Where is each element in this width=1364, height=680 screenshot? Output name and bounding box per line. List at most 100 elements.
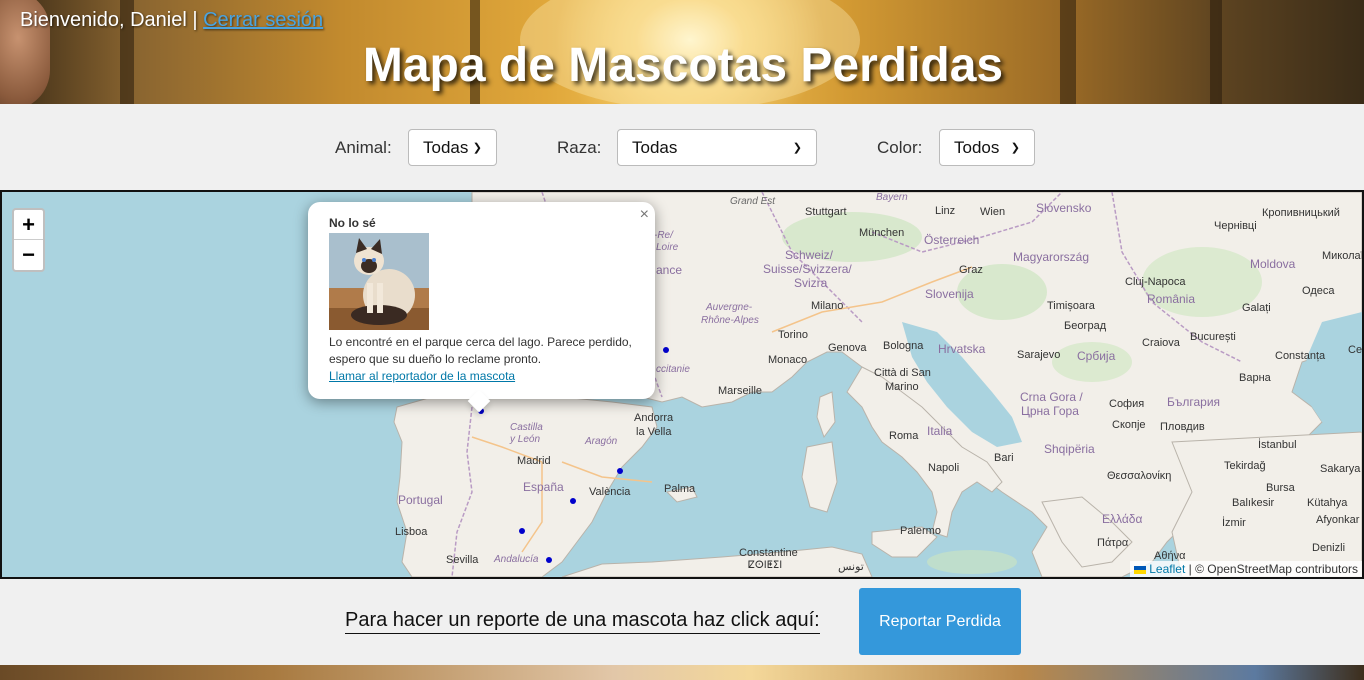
map-label: Castilla bbox=[510, 422, 543, 433]
map-label: Monaco bbox=[768, 354, 808, 366]
map-label: Кропивницький bbox=[1262, 207, 1340, 219]
map-label: Graz bbox=[959, 264, 983, 276]
page-title: Mapa de Mascotas Perdidas bbox=[362, 39, 1004, 92]
map-label: İzmir bbox=[1222, 517, 1246, 529]
map-label: Madrid bbox=[517, 455, 551, 467]
breed-select[interactable]: Todas ❯ bbox=[617, 129, 817, 166]
map-label: Sarajevo bbox=[1017, 349, 1061, 361]
popup-description: Lo encontré en el parque cerca del lago.… bbox=[329, 335, 632, 366]
zoom-out-button[interactable]: − bbox=[14, 240, 43, 270]
map-label: Sevilla bbox=[446, 554, 479, 566]
separator: | bbox=[192, 9, 198, 31]
map-label: España bbox=[523, 480, 564, 494]
welcome-bar: Bienvenido, Daniel | Cerrar sesión bbox=[20, 9, 323, 32]
map-label: Portugal bbox=[398, 493, 443, 507]
map-attribution: Leaflet | © OpenStreetMap contributors bbox=[1130, 561, 1362, 577]
map-label: Milano bbox=[811, 300, 844, 312]
breed-select-value: Todas bbox=[632, 137, 678, 157]
map-label: Ελλάδα bbox=[1102, 512, 1143, 526]
map-label: București bbox=[1190, 331, 1236, 343]
map-label: Варна bbox=[1239, 372, 1271, 384]
map-label: -Re/ bbox=[654, 230, 673, 241]
map-label: Shqipëria bbox=[1044, 442, 1095, 456]
map-label: Пловдив bbox=[1160, 421, 1205, 433]
map-label: Balıkesir bbox=[1232, 497, 1275, 509]
map-label: София bbox=[1109, 398, 1145, 410]
map-label: Craiova bbox=[1142, 337, 1180, 349]
map-container[interactable]: Grand Est Stuttgart Bayern Linz Wien Slo… bbox=[0, 190, 1364, 579]
map-label: Auvergne- bbox=[706, 302, 753, 313]
pet-marker[interactable] bbox=[617, 468, 623, 474]
map-labels: Grand Est Stuttgart Bayern Linz Wien Slo… bbox=[2, 192, 1362, 577]
logout-link[interactable]: Cerrar sesión bbox=[203, 9, 323, 31]
map-label: Città di San bbox=[874, 367, 931, 379]
map-label: Constanța bbox=[1275, 350, 1326, 362]
map-label: Πάτρα bbox=[1097, 537, 1129, 549]
report-lost-button[interactable]: Reportar Perdida bbox=[859, 588, 1021, 655]
map-label: y León bbox=[510, 434, 541, 445]
header-banner: Bienvenido, Daniel | Cerrar sesión Mapa … bbox=[0, 0, 1364, 104]
map-label: İstanbul bbox=[1258, 439, 1297, 451]
pet-marker[interactable] bbox=[663, 347, 669, 353]
map-label: Moldova bbox=[1250, 257, 1296, 271]
map-label: Andorra bbox=[634, 412, 674, 424]
map-label: Cluj-Napoca bbox=[1125, 276, 1186, 288]
map-label: Genova bbox=[828, 342, 867, 354]
map-label: Suisse/Svizzera/ bbox=[763, 262, 852, 276]
map-label: València bbox=[589, 486, 631, 498]
animal-select[interactable]: Todas ❯ bbox=[408, 129, 497, 166]
map-label: Kütahya bbox=[1307, 497, 1348, 509]
map-label: ccitanie bbox=[656, 364, 690, 375]
map-label: München bbox=[859, 227, 905, 239]
map-label: Marino bbox=[885, 381, 919, 393]
chevron-down-icon: ❯ bbox=[792, 142, 802, 154]
leaflet-link[interactable]: Leaflet bbox=[1149, 562, 1185, 576]
map-label: Bursa bbox=[1266, 482, 1295, 494]
map-label: Θεσσαλονίκη bbox=[1107, 470, 1172, 482]
zoom-in-button[interactable]: + bbox=[14, 210, 43, 240]
pet-marker[interactable] bbox=[519, 528, 525, 534]
map-label: Svizra bbox=[794, 276, 828, 290]
pet-marker[interactable] bbox=[570, 498, 576, 504]
color-select[interactable]: Todos ❯ bbox=[939, 129, 1035, 166]
map-label: Crna Gora / bbox=[1020, 390, 1083, 404]
color-select-value: Todos bbox=[954, 137, 1000, 157]
map-label: Afyonkar bbox=[1316, 514, 1360, 526]
cat-illustration bbox=[329, 233, 429, 330]
chevron-down-icon: ❯ bbox=[472, 142, 482, 154]
map-label: Italia bbox=[927, 424, 953, 438]
map-label: Sakarya bbox=[1320, 463, 1361, 475]
map-label: Linz bbox=[935, 205, 956, 217]
call-reporter-link[interactable]: Llamar al reportador de la mascota bbox=[329, 369, 515, 383]
map-label: Одеса bbox=[1302, 285, 1335, 297]
map-label: Loire bbox=[656, 242, 679, 253]
map-label: Torino bbox=[778, 329, 808, 341]
map-label: ⵇⵙⵏⵟⵉⵏ bbox=[748, 560, 783, 571]
attribution-text: | © OpenStreetMap contributors bbox=[1188, 562, 1358, 576]
map-label: Palma bbox=[664, 483, 696, 495]
map-label: Bayern bbox=[876, 192, 908, 203]
map-label: ance bbox=[656, 263, 683, 277]
popup-close-button[interactable]: × bbox=[640, 206, 649, 224]
map-label: Tekirdağ bbox=[1224, 460, 1266, 472]
map-label: Lisboa bbox=[395, 526, 428, 538]
welcome-text: Bienvenido, Daniel bbox=[20, 9, 187, 31]
map-label: Чернівці bbox=[1214, 220, 1257, 232]
map-label: Wien bbox=[980, 206, 1006, 218]
report-cta-text: Para hacer un reporte de una mascota haz… bbox=[345, 609, 820, 634]
map-label: Rhône-Alpes bbox=[701, 315, 759, 326]
breed-filter-label: Raza: bbox=[557, 138, 602, 157]
map-label: Österreich bbox=[924, 233, 980, 247]
pet-popup: × No lo sé Lo encontré en el parque cerc… bbox=[308, 202, 655, 413]
ukraine-flag-icon bbox=[1134, 565, 1147, 574]
color-filter-label: Color: bbox=[877, 138, 923, 157]
map-label: Schweiz/ bbox=[785, 248, 834, 262]
map-label: Миколаї bbox=[1322, 250, 1364, 262]
map-label: România bbox=[1147, 292, 1196, 306]
map-label: Andalucía bbox=[494, 554, 539, 565]
animal-filter-label: Animal: bbox=[335, 138, 392, 157]
pet-marker[interactable] bbox=[546, 557, 552, 563]
map-label: Београд bbox=[1064, 320, 1107, 332]
map-label: Palermo bbox=[900, 525, 941, 537]
map-label: България bbox=[1167, 395, 1221, 409]
